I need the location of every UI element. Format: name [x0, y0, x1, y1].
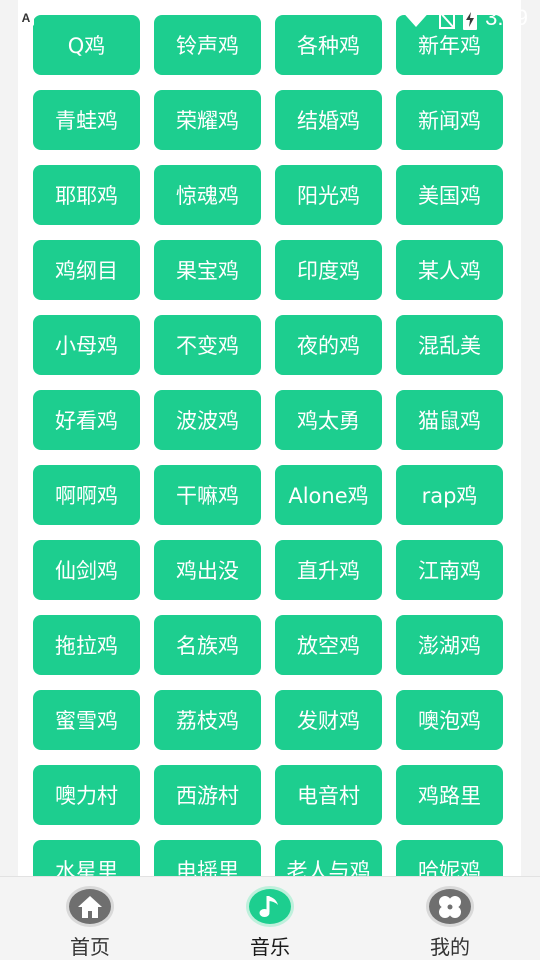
status-time: 3:49	[485, 5, 528, 30]
ringtone-chip[interactable]: 鸡纲目	[33, 240, 140, 300]
ringtone-chip[interactable]: 鸡太勇	[275, 390, 382, 450]
bottom-navigation: 首页 音乐 我的	[0, 876, 540, 960]
ringtone-chip[interactable]: 混乱美	[396, 315, 503, 375]
ringtone-chip[interactable]: 直升鸡	[275, 540, 382, 600]
ringtone-chip[interactable]: 青蛙鸡	[33, 90, 140, 150]
ringtone-chip[interactable]: 哈妮鸡	[396, 840, 503, 876]
nav-mine[interactable]: 我的	[360, 877, 540, 960]
ringtone-chip[interactable]: 不变鸡	[154, 315, 261, 375]
nav-home-label: 首页	[70, 935, 110, 959]
ringtone-chip[interactable]: 澎湖鸡	[396, 615, 503, 675]
status-bar: A 3:49	[0, 0, 540, 36]
ringtone-chip[interactable]: 波波鸡	[154, 390, 261, 450]
ringtone-chip[interactable]: Alone鸡	[275, 465, 382, 525]
ringtone-chip[interactable]: 好看鸡	[33, 390, 140, 450]
ringtone-list-card: Q鸡 铃声鸡 各种鸡 新年鸡 青蛙鸡 荣耀鸡 结婚鸡 新闻鸡 耶耶鸡 惊魂鸡 阳光鸡 美国鸡 鸡纲目 果宝…	[18, 0, 521, 876]
ringtone-chip[interactable]: 江南鸡	[396, 540, 503, 600]
music-note-icon	[246, 886, 294, 927]
wifi-icon	[403, 8, 429, 27]
ringtone-chip[interactable]: 干嘛鸡	[154, 465, 261, 525]
nav-home[interactable]: 首页	[0, 877, 180, 960]
ringtone-chip[interactable]: 荣耀鸡	[154, 90, 261, 150]
ringtone-chip[interactable]: 果宝鸡	[154, 240, 261, 300]
ringtone-chip[interactable]: 电摇里	[154, 840, 261, 876]
ringtone-chip[interactable]: 西游村	[154, 765, 261, 825]
clover-icon	[426, 886, 474, 927]
nav-music[interactable]: 音乐	[180, 877, 360, 960]
ringtone-chip[interactable]: 噢泡鸡	[396, 690, 503, 750]
ringtone-chip[interactable]: 荔枝鸡	[154, 690, 261, 750]
ringtone-chip[interactable]: 啊啊鸡	[33, 465, 140, 525]
ringtone-chip[interactable]: 仙剑鸡	[33, 540, 140, 600]
nav-music-label: 音乐	[250, 935, 290, 959]
ringtone-chip[interactable]: 鸡出没	[154, 540, 261, 600]
ringtone-chip[interactable]: 名族鸡	[154, 615, 261, 675]
ringtone-chip[interactable]: 印度鸡	[275, 240, 382, 300]
ringtone-chip[interactable]: 猫鼠鸡	[396, 390, 503, 450]
ringtone-chip[interactable]: 结婚鸡	[275, 90, 382, 150]
ringtone-chip[interactable]: 新闻鸡	[396, 90, 503, 150]
ringtone-chip[interactable]: 某人鸡	[396, 240, 503, 300]
notification-icon: A	[18, 10, 34, 26]
ringtone-chip[interactable]: 噢力村	[33, 765, 140, 825]
ringtone-chip[interactable]: 鸡路里	[396, 765, 503, 825]
ringtone-chip[interactable]: 惊魂鸡	[154, 165, 261, 225]
ringtone-chip[interactable]: 蜜雪鸡	[33, 690, 140, 750]
ringtone-chip[interactable]: 发财鸡	[275, 690, 382, 750]
ringtone-chip[interactable]: 放空鸡	[275, 615, 382, 675]
ringtone-chip[interactable]: 电音村	[275, 765, 382, 825]
ringtone-chip[interactable]: 阳光鸡	[275, 165, 382, 225]
ringtone-chip[interactable]: 拖拉鸡	[33, 615, 140, 675]
no-sim-icon	[437, 7, 456, 29]
ringtone-chip[interactable]: 水星里	[33, 840, 140, 876]
ringtone-grid: Q鸡 铃声鸡 各种鸡 新年鸡 青蛙鸡 荣耀鸡 结婚鸡 新闻鸡 耶耶鸡 惊魂鸡 阳光鸡 美国鸡 鸡纲目 果宝…	[33, 15, 504, 876]
battery-charging-icon	[463, 6, 478, 30]
ringtone-chip[interactable]: 老人与鸡	[275, 840, 382, 876]
ringtone-chip[interactable]: 小母鸡	[33, 315, 140, 375]
ringtone-chip[interactable]: rap鸡	[396, 465, 503, 525]
ringtone-chip[interactable]: 耶耶鸡	[33, 165, 140, 225]
home-icon	[66, 886, 114, 927]
nav-mine-label: 我的	[430, 935, 470, 959]
ringtone-chip[interactable]: 夜的鸡	[275, 315, 382, 375]
ringtone-chip[interactable]: 美国鸡	[396, 165, 503, 225]
